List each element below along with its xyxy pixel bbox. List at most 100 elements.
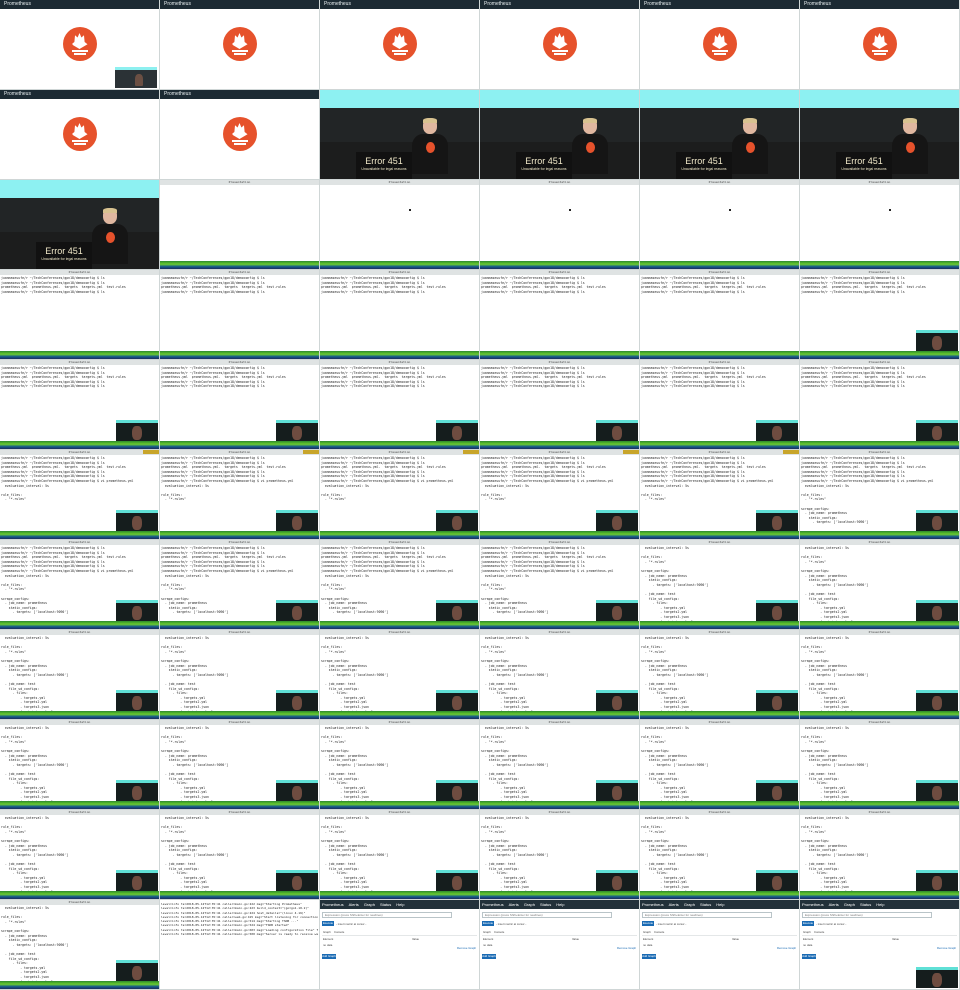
frame-thumbnail[interactable]: Presentation evaluation_interval: 5s rule…: [320, 810, 480, 900]
nav-item[interactable]: Prometheus: [482, 902, 504, 907]
insert-metric-select[interactable]: - insert metric at cursor -: [336, 922, 366, 926]
tab-console[interactable]: Console: [654, 930, 664, 934]
nav-item[interactable]: Status: [700, 902, 711, 907]
taskbar-dock[interactable]: [640, 891, 799, 899]
frame-thumbnail[interactable]: Presentation evaluation_interval: 5s rule…: [480, 720, 640, 810]
taskbar-dock[interactable]: [0, 531, 159, 539]
taskbar-dock[interactable]: [480, 531, 639, 539]
frame-thumbnail[interactable]: Prometheus: [800, 0, 960, 90]
frame-thumbnail[interactable]: Prometheus: [0, 90, 160, 180]
frame-thumbnail[interactable]: Presentation juanmaseuufe/r ~/TechConfere…: [160, 540, 320, 630]
taskbar-dock[interactable]: [320, 711, 479, 719]
frame-thumbnail[interactable]: Presentation juanmaseuufe/r ~/TechConfere…: [160, 450, 320, 540]
frame-thumbnail[interactable]: Presentation juanmaseuufe/r ~/TechConfere…: [640, 360, 800, 450]
taskbar-dock[interactable]: [640, 711, 799, 719]
insert-metric-select[interactable]: - insert metric at cursor -: [816, 922, 846, 926]
taskbar-dock[interactable]: [800, 351, 959, 359]
frame-thumbnail[interactable]: Presentation juanmaseuufe/r ~/TechConfere…: [800, 270, 960, 360]
tab-console[interactable]: Console: [814, 930, 824, 934]
nav-item[interactable]: Help: [876, 902, 884, 907]
frame-thumbnail[interactable]: Error 451 Unavailable for legal reasons: [0, 180, 160, 270]
frame-thumbnail[interactable]: Presentation evaluation_interval: 5s rule…: [480, 630, 640, 720]
frame-thumbnail[interactable]: Presentation: [480, 180, 640, 270]
frame-thumbnail[interactable]: Prometheus: [320, 0, 480, 90]
nav-item[interactable]: Status: [380, 902, 391, 907]
frame-thumbnail[interactable]: Prometheus: [160, 90, 320, 180]
frame-thumbnail[interactable]: Presentation: [800, 180, 960, 270]
frame-thumbnail[interactable]: Presentation evaluation_interval: 5s rule…: [160, 720, 320, 810]
frame-thumbnail[interactable]: Presentation evaluation_interval: 5s rule…: [0, 810, 160, 900]
frame-thumbnail[interactable]: Presentation juanmaseuufe/r ~/TechConfere…: [800, 360, 960, 450]
taskbar-dock[interactable]: [0, 891, 159, 899]
frame-thumbnail[interactable]: Presentation: [320, 180, 480, 270]
frame-thumbnail[interactable]: Presentation evaluation_interval: 5s rule…: [320, 630, 480, 720]
taskbar-dock[interactable]: [160, 801, 319, 809]
taskbar-dock[interactable]: [320, 621, 479, 629]
taskbar-dock[interactable]: [320, 531, 479, 539]
frame-thumbnail[interactable]: level=info ts=2018-05-12T12:35:41 caller…: [160, 900, 320, 990]
frame-thumbnail[interactable]: Presentation evaluation_interval: 5s rule…: [0, 720, 160, 810]
taskbar-dock[interactable]: [800, 891, 959, 899]
taskbar-dock[interactable]: [480, 891, 639, 899]
frame-thumbnail[interactable]: Prometheus: [640, 0, 800, 90]
frame-thumbnail[interactable]: Prometheus Alerts Graph Status Help Expressio…: [800, 900, 960, 990]
execute-button[interactable]: Execute: [642, 921, 654, 926]
execute-button[interactable]: Execute: [322, 921, 334, 926]
nav-item[interactable]: Prometheus: [322, 902, 344, 907]
add-graph-button[interactable]: Add Graph: [802, 954, 816, 959]
tab-console[interactable]: Console: [334, 930, 344, 934]
frame-thumbnail[interactable]: Error 451 Unavailable for legal reasons: [640, 90, 800, 180]
frame-thumbnail[interactable]: Presentation juanmaseuufe/r ~/TechConfere…: [0, 270, 160, 360]
frame-thumbnail[interactable]: Presentation evaluation_interval: 5s rule…: [480, 810, 640, 900]
tab-graph[interactable]: Graph: [803, 930, 811, 934]
taskbar-dock[interactable]: [160, 441, 319, 449]
taskbar-dock[interactable]: [0, 621, 159, 629]
add-graph-button[interactable]: Add Graph: [322, 954, 336, 959]
add-graph-button[interactable]: Add Graph: [482, 954, 496, 959]
nav-item[interactable]: Alerts: [669, 902, 679, 907]
nav-item[interactable]: Graph: [844, 902, 855, 907]
taskbar-dock[interactable]: [320, 801, 479, 809]
taskbar-dock[interactable]: [0, 981, 159, 989]
frame-thumbnail[interactable]: Presentation juanmaseuufe/r ~/TechConfere…: [480, 360, 640, 450]
frame-thumbnail[interactable]: Presentation juanmaseuufe/r ~/TechConfere…: [0, 450, 160, 540]
taskbar-dock[interactable]: [0, 801, 159, 809]
frame-thumbnail[interactable]: Prometheus Alerts Graph Status Help Expressio…: [640, 900, 800, 990]
frame-thumbnail[interactable]: Presentation juanmaseuufe/r ~/TechConfere…: [0, 360, 160, 450]
nav-item[interactable]: Help: [716, 902, 724, 907]
frame-thumbnail[interactable]: Presentation: [160, 180, 320, 270]
expression-input[interactable]: Expression (press Shift+Enter for newlin…: [642, 912, 772, 918]
nav-item[interactable]: Alerts: [509, 902, 519, 907]
frame-thumbnail[interactable]: Presentation juanmaseuufe/r ~/TechConfere…: [480, 450, 640, 540]
frame-thumbnail[interactable]: Presentation evaluation_interval: 5s rule…: [640, 810, 800, 900]
tab-graph[interactable]: Graph: [483, 930, 491, 934]
taskbar-dock[interactable]: [160, 261, 319, 269]
taskbar-dock[interactable]: [160, 711, 319, 719]
taskbar-dock[interactable]: [800, 621, 959, 629]
taskbar-dock[interactable]: [640, 441, 799, 449]
frame-thumbnail[interactable]: Presentation evaluation_interval: 5s rule…: [800, 720, 960, 810]
frame-thumbnail[interactable]: Prometheus Alerts Graph Status Help Expressio…: [480, 900, 640, 990]
frame-thumbnail[interactable]: Presentation evaluation_interval: 5s rule…: [0, 900, 160, 990]
frame-thumbnail[interactable]: Presentation juanmaseuufe/r ~/TechConfere…: [320, 540, 480, 630]
frame-thumbnail[interactable]: Error 451 Unavailable for legal reasons: [800, 90, 960, 180]
taskbar-dock[interactable]: [800, 531, 959, 539]
frame-thumbnail[interactable]: Presentation juanmaseuufe/r ~/TechConfere…: [320, 360, 480, 450]
frame-thumbnail[interactable]: Prometheus: [0, 0, 160, 90]
frame-thumbnail[interactable]: Presentation juanmaseuufe/r ~/TechConfere…: [480, 540, 640, 630]
frame-thumbnail[interactable]: Presentation juanmaseuufe/r ~/TechConfere…: [640, 270, 800, 360]
taskbar-dock[interactable]: [160, 621, 319, 629]
nav-item[interactable]: Graph: [684, 902, 695, 907]
expression-input[interactable]: Expression (press Shift+Enter for newlin…: [482, 912, 612, 918]
taskbar-dock[interactable]: [480, 351, 639, 359]
taskbar-dock[interactable]: [800, 711, 959, 719]
nav-item[interactable]: Help: [396, 902, 404, 907]
nav-item[interactable]: Prometheus: [802, 902, 824, 907]
taskbar-dock[interactable]: [480, 261, 639, 269]
tab-graph[interactable]: Graph: [643, 930, 651, 934]
expression-input[interactable]: Expression (press Shift+Enter for newlin…: [802, 912, 932, 918]
taskbar-dock[interactable]: [0, 351, 159, 359]
frame-thumbnail[interactable]: Error 451 Unavailable for legal reasons: [320, 90, 480, 180]
frame-thumbnail[interactable]: Presentation evaluation_interval: 5s rule…: [0, 630, 160, 720]
execute-button[interactable]: Execute: [482, 921, 494, 926]
